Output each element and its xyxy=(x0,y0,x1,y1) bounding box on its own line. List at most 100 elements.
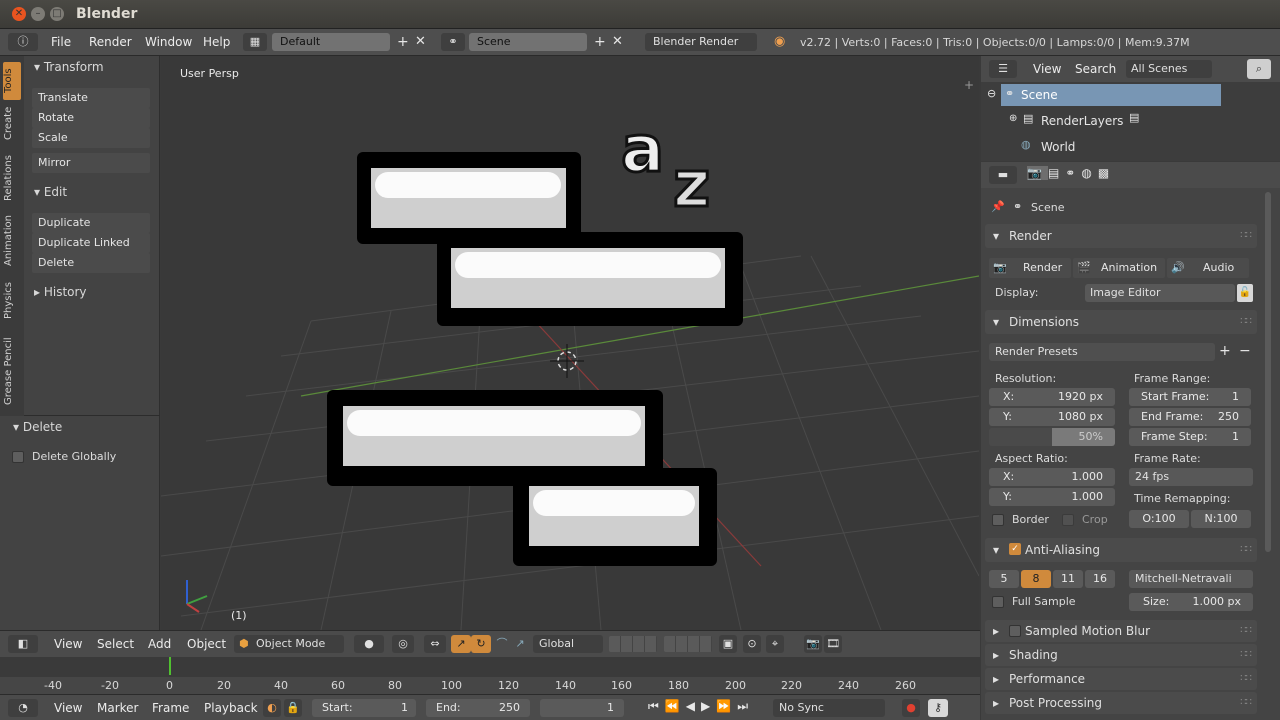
post-processing-panel-header[interactable]: ▸ Post Processing ∷∷ xyxy=(985,692,1257,714)
tab-grease-pencil[interactable]: Grease Pencil xyxy=(3,334,21,408)
add-preset-icon[interactable]: + xyxy=(1219,343,1231,359)
resolution-percentage-slider[interactable]: 50% xyxy=(989,428,1115,446)
outliner-row-renderlayers[interactable]: ⊕ ▤ RenderLayers ▤ xyxy=(1009,110,1209,132)
start-frame-field[interactable]: Start Frame: 1 xyxy=(1129,388,1251,406)
viewport-shading-icon[interactable]: ● xyxy=(354,635,384,653)
manipulator-toggle-icon[interactable]: ⇔ xyxy=(424,635,446,653)
panel-grip-icon[interactable]: ∷∷ xyxy=(1240,544,1252,555)
end-frame-field[interactable]: End: 250 xyxy=(426,699,530,717)
render-still-button[interactable]: 📷 Render xyxy=(989,258,1071,278)
prev-keyframe-icon[interactable]: ⏪ xyxy=(665,699,686,713)
antialiasing-panel-header[interactable]: ▾ ✓ Anti-Aliasing ∷∷ xyxy=(985,538,1257,562)
tab-relations[interactable]: Relations xyxy=(3,152,21,204)
texture-context-icon[interactable]: ▩ xyxy=(1098,166,1115,180)
lock-range-icon[interactable]: 🔒 xyxy=(284,699,302,717)
mirror-button[interactable]: Mirror xyxy=(32,153,150,173)
edit-panel-header[interactable]: ▾ Edit xyxy=(34,185,150,199)
menu-file[interactable]: File xyxy=(51,35,71,49)
dimensions-panel-header[interactable]: ▾ Dimensions ∷∷ xyxy=(985,310,1257,334)
aa-samples-8[interactable]: 8 xyxy=(1021,570,1051,588)
time-remap-old-field[interactable]: O:100 xyxy=(1129,510,1189,528)
resolution-x-field[interactable]: X: 1920 px xyxy=(989,388,1115,406)
properties-editor-icon[interactable]: ▬ xyxy=(989,166,1017,184)
jump-end-icon[interactable]: ⏭ xyxy=(737,699,754,713)
jump-start-icon[interactable]: ⏮ xyxy=(648,699,665,713)
display-select[interactable]: Image Editor xyxy=(1085,284,1235,302)
world-context-icon[interactable]: ◍ xyxy=(1081,166,1097,180)
timeline-editor-icon[interactable]: ◔ xyxy=(8,699,38,717)
menu-render[interactable]: Render xyxy=(89,35,132,49)
render-presets-select[interactable]: Render Presets xyxy=(989,343,1215,361)
render-animation-button[interactable]: 🎬 Animation xyxy=(1073,258,1165,278)
aspect-x-field[interactable]: X: 1.000 xyxy=(989,468,1115,486)
snap-icon[interactable]: ⌖ xyxy=(766,635,784,653)
3d-viewport[interactable]: a z User Persp (1) + xyxy=(161,56,979,630)
duplicate-button[interactable]: Duplicate xyxy=(32,213,150,233)
crop-checkbox[interactable] xyxy=(1062,514,1074,526)
tab-tools[interactable]: Tools xyxy=(3,62,21,100)
layer-buttons-b[interactable] xyxy=(664,636,712,652)
expand-icon[interactable]: ⊕ xyxy=(1009,113,1017,124)
timeline-track[interactable] xyxy=(0,657,980,677)
render-context-icon[interactable]: 📷 xyxy=(1027,166,1048,180)
operator-panel-header[interactable]: ▾ Delete xyxy=(13,420,62,434)
layers-context-icon[interactable]: ▤ xyxy=(1048,166,1065,180)
play-reverse-icon[interactable]: ◀ xyxy=(686,699,701,713)
start-frame-field[interactable]: Start: 1 xyxy=(312,699,416,717)
aspect-y-field[interactable]: Y: 1.000 xyxy=(989,488,1115,506)
outliner-menu-view[interactable]: View xyxy=(1033,62,1061,76)
panel-grip-icon[interactable]: ∷∷ xyxy=(1240,673,1252,684)
transform-orientation-select[interactable]: Global xyxy=(533,635,603,653)
rotate-button[interactable]: Rotate xyxy=(32,108,150,128)
history-panel-header[interactable]: ▸ History xyxy=(34,285,150,299)
screen-layout-field[interactable]: Default xyxy=(272,33,390,51)
range-icon[interactable]: ◐ xyxy=(263,699,281,717)
properties-toggle-icon[interactable]: + xyxy=(964,78,974,92)
scene-icon[interactable]: ⚭ xyxy=(441,33,465,51)
timeline-menu-playback[interactable]: Playback xyxy=(204,701,258,715)
menu-window[interactable]: Window xyxy=(145,35,192,49)
outliner-editor-icon[interactable]: ☰ xyxy=(989,60,1017,78)
viewport-menu-select[interactable]: Select xyxy=(97,637,134,651)
object-mode-select[interactable]: ⬢ Object Mode xyxy=(234,635,344,653)
panel-grip-icon[interactable]: ∷∷ xyxy=(1240,625,1252,636)
remove-scene-icon[interactable]: ✕ xyxy=(612,34,623,49)
scene-context-icon[interactable]: ⚭ xyxy=(1065,166,1081,180)
translate-button[interactable]: Translate xyxy=(32,88,150,108)
time-remap-new-field[interactable]: N:100 xyxy=(1191,510,1251,528)
info-editor-icon[interactable]: ⓘ xyxy=(8,33,38,51)
motion-blur-checkbox[interactable] xyxy=(1009,625,1021,637)
timeline-menu-frame[interactable]: Frame xyxy=(152,701,189,715)
lock-interface-icon[interactable]: 🔓 xyxy=(1237,284,1253,302)
play-icon[interactable]: ▶ xyxy=(701,699,716,713)
add-layout-icon[interactable]: + xyxy=(397,34,409,50)
translate-manipulator-icon[interactable]: ↗ xyxy=(451,635,471,653)
tab-animation[interactable]: Animation xyxy=(3,212,21,270)
tab-physics[interactable]: Physics xyxy=(3,280,21,322)
outliner-search-icon[interactable]: ⌕ xyxy=(1247,59,1271,79)
remove-preset-icon[interactable]: − xyxy=(1239,343,1251,359)
render-opengl-icon[interactable]: 📷 xyxy=(804,635,822,653)
proportional-edit-icon[interactable]: ⊙ xyxy=(743,635,761,653)
viewport-menu-add[interactable]: Add xyxy=(148,637,171,651)
timeline-menu-view[interactable]: View xyxy=(54,701,82,715)
keying-set-icon[interactable]: ⚷ xyxy=(928,699,948,717)
resolution-y-field[interactable]: Y: 1080 px xyxy=(989,408,1115,426)
layer-buttons-a[interactable] xyxy=(609,636,657,652)
panel-grip-icon[interactable]: ∷∷ xyxy=(1240,649,1252,660)
delete-button[interactable]: Delete xyxy=(32,253,150,273)
render-engine-select[interactable]: Blender Render xyxy=(645,33,757,51)
renderlayer-toggle-icon[interactable]: ▤ xyxy=(1129,111,1139,124)
duplicate-linked-button[interactable]: Duplicate Linked xyxy=(32,233,150,253)
remove-layout-icon[interactable]: ✕ xyxy=(415,34,426,49)
record-icon[interactable]: ● xyxy=(902,699,920,717)
panel-grip-icon[interactable]: ∷∷ xyxy=(1240,230,1252,241)
editor-type-icon[interactable]: ◧ xyxy=(8,635,38,653)
pin-icon[interactable]: 📌 xyxy=(991,200,1005,213)
rotate-manipulator-icon[interactable]: ↻ xyxy=(471,635,491,653)
scene-field[interactable]: Scene xyxy=(469,33,587,51)
tab-create[interactable]: Create xyxy=(3,104,21,142)
transform-panel-header[interactable]: ▾ Transform xyxy=(34,60,150,74)
timeline-editor[interactable]: -40 -20 0 20 40 60 80 100 120 140 160 18… xyxy=(0,657,980,694)
properties-scrollbar[interactable] xyxy=(1265,192,1271,552)
